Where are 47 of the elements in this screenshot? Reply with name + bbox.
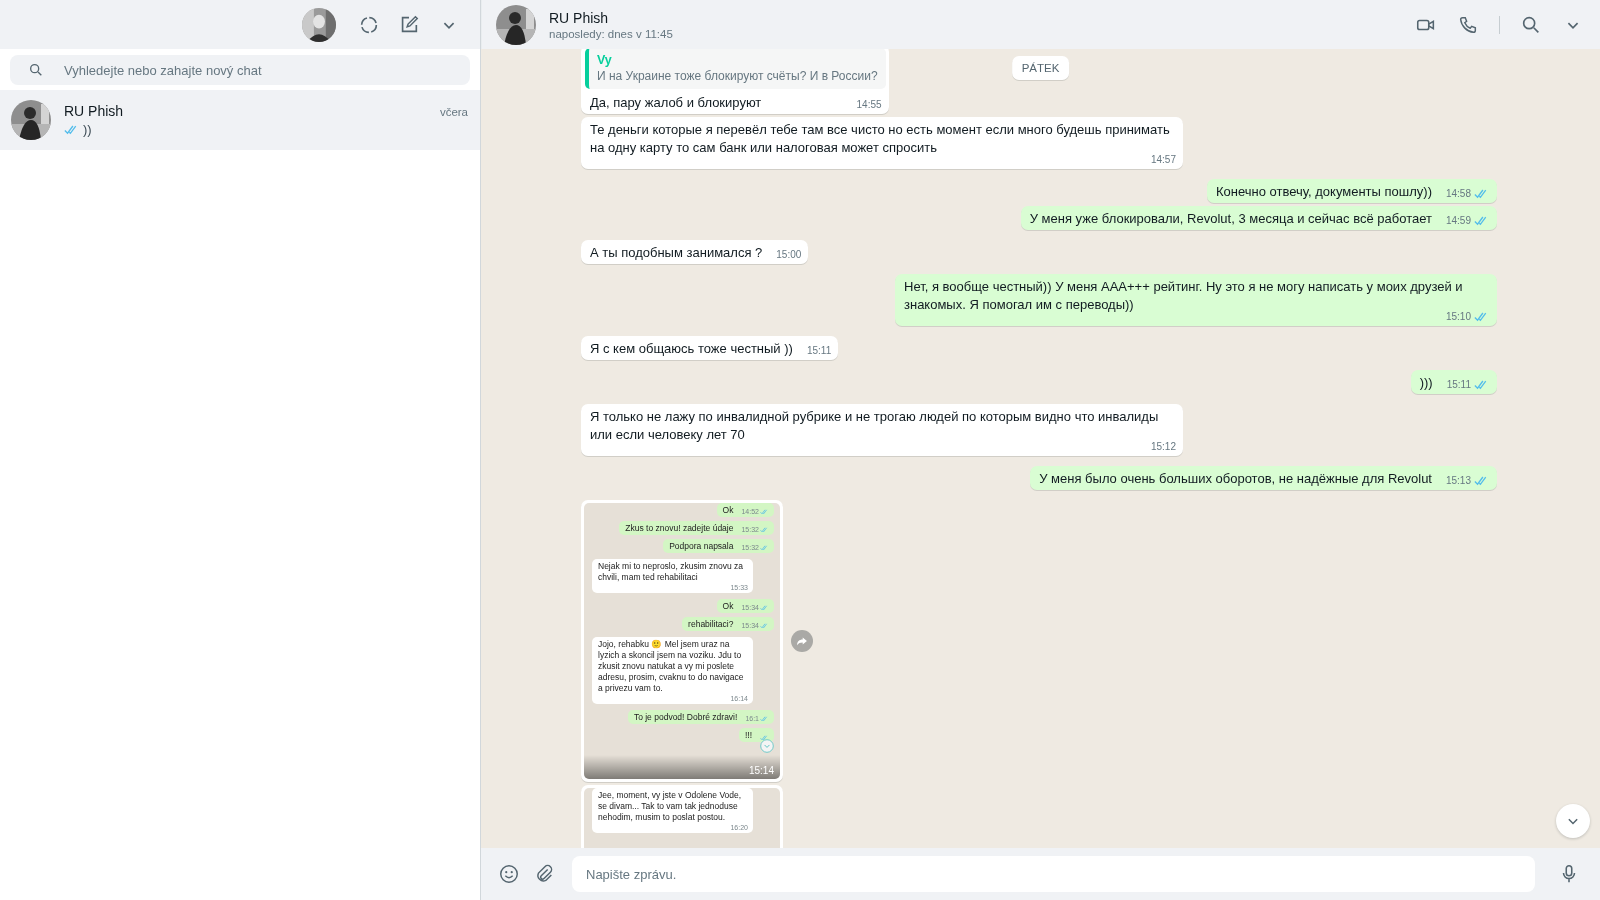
message-input[interactable]: Napište zprávu. (572, 856, 1535, 892)
search-icon (28, 62, 44, 78)
message-text: Нет, я вообще честный)) У меня AAA+++ рейтинг. Ну это я не могу написать у моих друзей и знакомых. Я помогал им с переводы)) (904, 278, 1464, 312)
message-time: 15:13 (1445, 474, 1471, 488)
contact-name: RU Phish (64, 103, 124, 119)
message-text: Конечно отвечу, документы пошлу)) (1216, 183, 1432, 201)
message-text: Те деньги которые я перевёл тебе там все чисто но есть момент если много будешь принимать на одну карту то сам банк или налоговая может спросить (590, 121, 1171, 155)
message-time: 15:10 (1445, 310, 1471, 324)
message-time: 15:11 (806, 344, 832, 358)
message-time: 14:59 (1445, 214, 1471, 228)
message-text: У меня уже блокировали, Revolut, 3 месяца и сейчас всё работает (1029, 210, 1432, 228)
message-text: Zkus to znovu! zadejte údaje (625, 523, 734, 534)
image-message[interactable] (581, 500, 783, 782)
message-text: Jojo, rehabku 🙂 Mel jsem uraz na lyzich a skoncil jsem na voziku. Jdu to zkusit znovu natukat a vy mi poslete adresu, prosim, cvaknu to do navigace a privezu vam to. (598, 639, 745, 694)
quote-author: Vy (597, 52, 612, 68)
message-time: 14:55 (856, 98, 882, 112)
message-time: 14:58 (1445, 187, 1471, 201)
message-text: Jee, moment, vy jste v Odolene Vode, se divam... Tak to vam tak jednoduse nehodim, musim to poslat postou. (598, 790, 743, 823)
date-divider: PÁTEK (1011, 56, 1070, 80)
message-text: У меня было очень больших оборотов, не надёжные для Revolut (1039, 470, 1432, 488)
search-field[interactable]: Vyhledejte nebo zahajte nový chat (10, 55, 470, 85)
message-time: 15:00 (776, 248, 802, 262)
emoji-icon[interactable] (498, 863, 520, 885)
message-text: А ты подобным занимался ? (590, 244, 763, 262)
message-preview: )) (83, 122, 92, 137)
message-text: Nejak mi to neproslo, zkusim znovu za chvili, mam ted rehabilitaci (598, 561, 745, 583)
message-text: !!! (744, 730, 752, 741)
message-text: Ok (722, 505, 734, 516)
message-text: To je podvod! Dobré zdravi! (633, 712, 738, 723)
message-time: 14:57 (1150, 153, 1176, 167)
last-seen-status: naposledy: dnes v 11:45 (549, 27, 673, 40)
quote-text: И на Украине тоже блокируют счёты? И в России? (597, 68, 878, 84)
message-text: Да, пару жалоб и блокируют (590, 94, 762, 112)
message-text: Я с кем общаюсь тоже честный )) (590, 340, 793, 358)
message-text: rehabilitaci? (688, 619, 734, 630)
message-time: 15:12 (1150, 440, 1176, 454)
message-text: Ok (722, 601, 734, 612)
message-text: Я только не лажу по инвалидной рубрике и не трогаю людей по которым видно что инвалиды или если человеку лет 70 (590, 408, 1160, 442)
message-time: 15:11 (1446, 378, 1471, 392)
chat-time: včera (439, 106, 468, 118)
message-text: Podpora napsala (669, 541, 734, 552)
chat-list-item[interactable]: RU Phish včera )) (0, 90, 480, 150)
contact-name[interactable]: RU Phish (549, 9, 673, 26)
message-text: ))) (1419, 374, 1433, 392)
scroll-down-icon (760, 739, 774, 753)
quoted-message[interactable]: Vy И на Украине тоже блокируют счёты? И в России? (585, 49, 886, 89)
message-time: 15:14 (748, 765, 774, 776)
